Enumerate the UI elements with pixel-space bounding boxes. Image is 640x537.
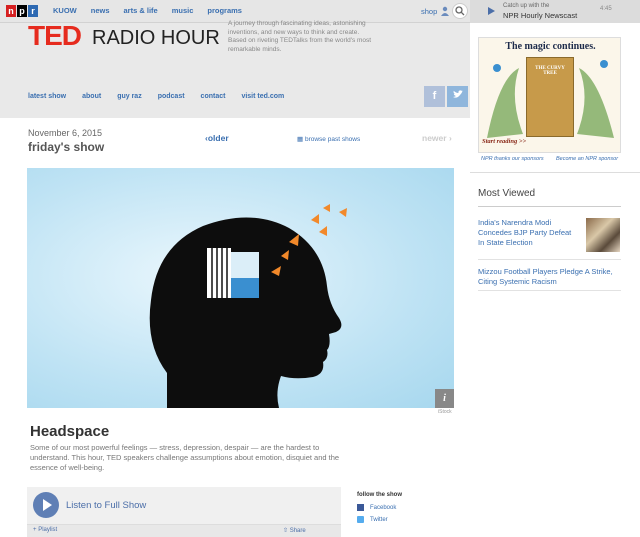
twitter-icon	[452, 90, 463, 98]
nav-about[interactable]: about	[82, 93, 101, 100]
share-button[interactable]: ⇧ Share	[283, 527, 306, 534]
nav-kuow[interactable]: KUOW	[53, 6, 77, 15]
older-link[interactable]: ‹older	[205, 133, 229, 143]
sponsor-ad[interactable]: The magic continues. THE CURVY TREE Star…	[478, 37, 621, 153]
newer-link[interactable]: newer ›	[422, 133, 452, 143]
nav-music[interactable]: music	[172, 6, 194, 15]
show-teaser: Some of our most powerful feelings — str…	[30, 443, 340, 472]
chevron-right-icon: ›	[448, 133, 452, 143]
show-date: November 6, 2015	[28, 128, 103, 138]
sidebar-divider	[470, 172, 640, 173]
most-viewed-rule	[478, 206, 621, 207]
nav-programs[interactable]: programs	[207, 6, 242, 15]
program-tagline: A journey through fascinating ideas, ast…	[228, 20, 372, 53]
npr-logo[interactable]: npr	[6, 5, 39, 17]
story-divider	[478, 290, 621, 291]
plus-icon: +	[33, 527, 37, 533]
start-reading-link[interactable]: Start reading >>	[482, 138, 526, 145]
sponsor-thanks[interactable]: NPR thanks our sponsors	[481, 156, 544, 162]
twitter-icon	[357, 516, 364, 523]
play-button[interactable]	[33, 492, 59, 518]
calendar-icon: ▦	[297, 136, 304, 143]
nav-podcast[interactable]: podcast	[158, 93, 185, 100]
most-viewed-heading: Most Viewed	[478, 188, 536, 199]
share-icon: ⇧	[283, 528, 289, 534]
info-icon[interactable]: i	[435, 389, 454, 408]
story-divider	[478, 259, 621, 260]
nav-contact[interactable]: contact	[201, 93, 226, 100]
player-title[interactable]: NPR Hourly Newscast	[503, 11, 577, 20]
program-nav: latest show about guy raz podcast contac…	[28, 93, 284, 100]
nav-latest-show[interactable]: latest show	[28, 93, 66, 100]
show-headline: Headspace	[30, 423, 110, 440]
nav-visit-ted[interactable]: visit ted.com	[241, 93, 284, 100]
follow-heading: follow the show	[357, 492, 402, 498]
nav-news[interactable]: news	[91, 6, 110, 15]
ted-logo[interactable]: TED	[28, 20, 82, 52]
top-nav: KUOW news arts & life music programs	[53, 6, 242, 15]
nav-guy-raz[interactable]: guy raz	[117, 93, 142, 100]
nav-arts-life[interactable]: arts & life	[124, 6, 158, 15]
facebook-button[interactable]: f	[424, 86, 445, 107]
playlist-button[interactable]: + Playlist	[33, 527, 57, 533]
head-silhouette-illustration	[149, 204, 347, 408]
player-duration: 4:45	[600, 6, 612, 12]
facebook-icon	[357, 504, 364, 511]
image-credit: iStock	[438, 409, 452, 415]
play-icon[interactable]	[488, 7, 495, 15]
twitter-button[interactable]	[447, 86, 468, 107]
shop-link[interactable]: shop	[421, 7, 437, 16]
show-title: friday's show	[28, 140, 105, 154]
story-thumbnail[interactable]	[586, 218, 620, 252]
user-icon[interactable]	[441, 6, 449, 16]
become-sponsor-link[interactable]: Become an NPR sponsor	[556, 156, 618, 162]
most-viewed-story-1[interactable]: India's Narendra Modi Concedes BJP Party…	[478, 218, 578, 248]
browse-past-shows-link[interactable]: ▦ browse past shows	[297, 135, 360, 143]
player-caption: Catch up with the	[503, 3, 550, 9]
search-icon[interactable]	[452, 3, 468, 19]
listen-full-show-button[interactable]: Listen to Full Show	[66, 500, 146, 511]
radio-hour-logo[interactable]: RADIO HOUR	[92, 27, 220, 50]
facebook-link[interactable]: Facebook	[357, 504, 396, 511]
most-viewed-story-2[interactable]: Mizzou Football Players Pledge A Strike,…	[478, 267, 623, 287]
book-title: THE CURVY TREE	[535, 66, 565, 76]
show-illustration	[27, 168, 454, 408]
twitter-link[interactable]: Twitter	[357, 516, 388, 523]
